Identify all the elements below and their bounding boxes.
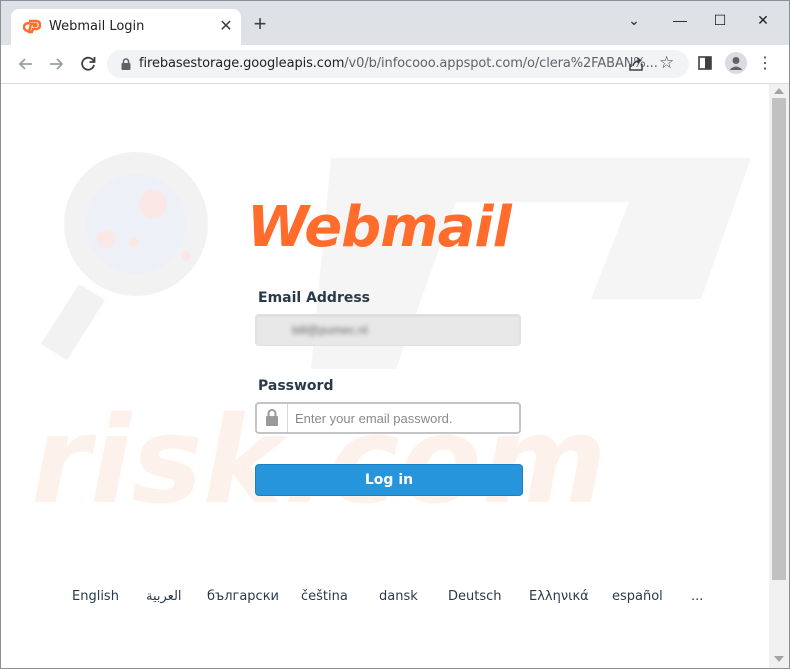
share-icon[interactable] bbox=[627, 55, 645, 73]
plus-icon[interactable]: + bbox=[249, 13, 271, 36]
url-text: firebasestorage.googleapis.com/v0/b/info… bbox=[139, 56, 658, 71]
browser-window: Webmail Login ✕ + ⌄ — ☐ ✕ firebasestorag… bbox=[0, 0, 790, 669]
url-host: firebasestorage.googleapis.com bbox=[139, 56, 345, 71]
vertical-scrollbar[interactable] bbox=[769, 84, 789, 668]
password-input[interactable]: Enter your email password. bbox=[255, 402, 521, 434]
close-icon[interactable]: ✕ bbox=[216, 17, 236, 37]
scroll-down-arrow-icon[interactable] bbox=[774, 656, 784, 662]
lang-english[interactable]: English bbox=[72, 589, 119, 604]
lang-czech[interactable]: čeština bbox=[301, 589, 348, 604]
kebab-menu-icon[interactable]: ⋮ bbox=[757, 53, 773, 75]
window-close-icon[interactable]: ✕ bbox=[748, 9, 778, 31]
webmail-logo: Webmail bbox=[247, 196, 514, 256]
padlock-icon bbox=[257, 404, 288, 432]
address-bar[interactable]: firebasestorage.googleapis.com/v0/b/info… bbox=[107, 50, 689, 78]
language-selector: English العربية български čeština dansk … bbox=[61, 589, 721, 609]
pcrisk-watermark: risk.com bbox=[31, 152, 751, 531]
tab-search-chevron-icon[interactable]: ⌄ bbox=[619, 9, 649, 31]
maximize-icon[interactable]: ☐ bbox=[705, 9, 735, 31]
browser-toolbar: firebasestorage.googleapis.com/v0/b/info… bbox=[1, 45, 789, 84]
login-button[interactable]: Log in bbox=[255, 464, 523, 496]
password-label: Password bbox=[258, 378, 334, 394]
lock-icon[interactable] bbox=[119, 57, 133, 71]
email-value: bill@pumec.nl bbox=[292, 323, 368, 337]
star-icon[interactable]: ☆ bbox=[659, 53, 674, 73]
cpanel-favicon-icon bbox=[23, 19, 41, 34]
password-placeholder: Enter your email password. bbox=[295, 411, 453, 426]
tab-title: Webmail Login bbox=[49, 19, 145, 34]
lang-more[interactable]: ... bbox=[691, 589, 703, 604]
reload-icon[interactable] bbox=[77, 53, 99, 75]
forward-arrow-icon[interactable] bbox=[45, 53, 67, 75]
email-address-label: Email Address bbox=[258, 290, 371, 306]
lang-german[interactable]: Deutsch bbox=[448, 589, 502, 604]
lang-danish[interactable]: dansk bbox=[379, 589, 418, 604]
minimize-icon[interactable]: — bbox=[665, 9, 695, 31]
tab-strip: Webmail Login ✕ + ⌄ — ☐ ✕ bbox=[1, 1, 789, 45]
logo-text: Webmail bbox=[247, 196, 513, 256]
scroll-up-arrow-icon[interactable] bbox=[774, 88, 784, 94]
profile-icon[interactable] bbox=[725, 52, 747, 74]
lang-spanish[interactable]: español bbox=[612, 589, 663, 604]
lang-arabic[interactable]: العربية bbox=[146, 589, 182, 604]
webmail-login-page: risk.com Webmail Email Address bill@pume… bbox=[1, 84, 769, 668]
scrollbar-thumb[interactable] bbox=[772, 98, 786, 580]
side-panel-icon[interactable] bbox=[698, 56, 712, 70]
url-path: /v0/b/infocooo.appspot.com/o/clera%2FABA… bbox=[344, 56, 658, 71]
tab-webmail-login[interactable]: Webmail Login ✕ bbox=[11, 9, 241, 45]
email-address-input[interactable]: bill@pumec.nl bbox=[255, 314, 521, 346]
back-arrow-icon[interactable] bbox=[15, 53, 37, 75]
lang-greek[interactable]: Ελληνικά bbox=[529, 589, 589, 604]
lang-bulgarian[interactable]: български bbox=[207, 589, 279, 604]
